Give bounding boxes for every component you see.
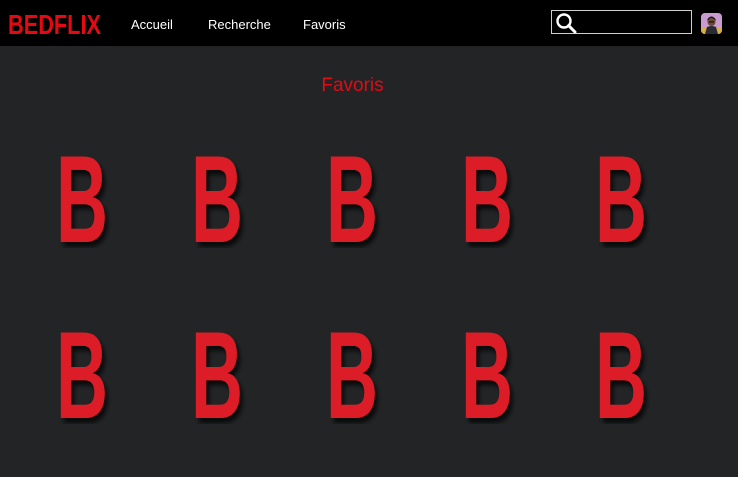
page-title: Favoris [321, 75, 384, 96]
poster-letter: B [461, 312, 513, 424]
favorite-poster-tile[interactable]: B [457, 312, 517, 424]
poster-letter: B [56, 136, 108, 248]
poster-letter: B [56, 312, 108, 424]
search-input[interactable] [580, 13, 688, 31]
favorite-poster-tile[interactable]: B [591, 312, 651, 424]
logo-text: BEDFLIX [8, 9, 101, 40]
favorite-poster-tile[interactable]: B [322, 136, 382, 248]
favorite-poster-tile[interactable]: B [591, 136, 651, 248]
poster-letter: B [461, 136, 513, 248]
favorite-poster-tile[interactable]: B [457, 136, 517, 248]
nav-link-favoris[interactable]: Favoris [303, 17, 346, 33]
favorite-poster-tile[interactable]: B [52, 312, 112, 424]
poster-letter: B [191, 136, 243, 248]
search-box[interactable] [551, 10, 692, 34]
poster-letter: B [595, 312, 647, 424]
nav-link-recherche[interactable]: Recherche [208, 17, 271, 33]
search-icon[interactable] [555, 12, 577, 34]
top-navigation-bar: BEDFLIX Accueil Recherche Favoris [0, 0, 738, 46]
favorite-poster-tile[interactable]: B [187, 312, 247, 424]
avatar-icon [701, 13, 722, 34]
nav-link-accueil[interactable]: Accueil [131, 17, 173, 33]
poster-letter: B [191, 312, 243, 424]
favorite-poster-tile[interactable]: B [52, 136, 112, 248]
bedflix-logo[interactable]: BEDFLIX [8, 5, 102, 41]
avatar[interactable] [701, 13, 722, 34]
favorite-poster-tile[interactable]: B [322, 312, 382, 424]
poster-letter: B [326, 136, 378, 248]
favorite-poster-tile[interactable]: B [187, 136, 247, 248]
poster-letter: B [595, 136, 647, 248]
poster-letter: B [326, 312, 378, 424]
